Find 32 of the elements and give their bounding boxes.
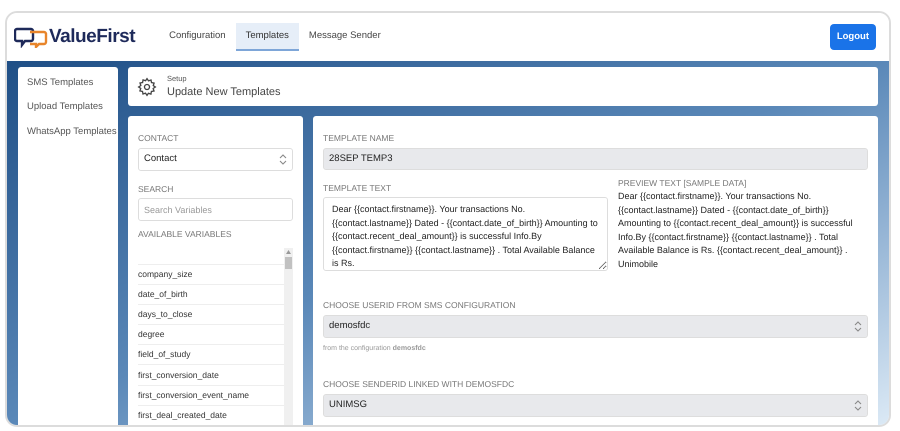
settings-icon <box>137 76 157 96</box>
template-text-field[interactable]: Dear {{contact.firstname}}. Your transactions No. {{contact.lastname}} Dated - {{contact.date_of_birth}} Amounting to {{contact.recent_deal_amount}} is successful Info.By {{contact.firstname}} {{contact.lastname}} . Total Available Balance is Rs. <box>323 197 608 271</box>
senderid-select[interactable]: UNIMSG <box>323 394 868 416</box>
scroll-up-icon <box>286 250 291 254</box>
nav-tab[interactable]: Configuration <box>159 23 236 51</box>
field-label: TEMPLATE TEXT <box>323 184 392 192</box>
sidebar-link[interactable]: Upload Templates <box>27 100 118 114</box>
scrollbar[interactable] <box>284 248 293 425</box>
field-label: CHOOSE SENDERID LINKED WITH DEMOSFDC <box>323 380 516 388</box>
search-field[interactable]: Search Variables <box>138 198 293 221</box>
sidebar-link[interactable]: SMS Templates <box>27 76 118 90</box>
chevron-up-down-icon <box>854 400 862 410</box>
sidebar-link[interactable]: WhatsApp Templates <box>27 124 118 139</box>
page-title: Update New Templates <box>167 84 281 100</box>
userid-select[interactable]: demosfdc <box>323 314 868 338</box>
contact-select[interactable]: Contact <box>138 148 293 170</box>
field-label: SEARCH <box>138 184 174 193</box>
chevron-up-down-icon <box>854 320 862 332</box>
field-label: CHOOSE USERID FROM SMS CONFIGURATION <box>323 301 517 310</box>
field-label: CONTACT <box>138 134 180 142</box>
nav-tab[interactable]: Message Sender <box>298 23 391 51</box>
field-label: TEMPLATE NAME <box>323 134 396 142</box>
logo-text: ValueFirst <box>49 24 136 49</box>
logo-icon <box>14 26 48 48</box>
nav-tab[interactable]: Templates <box>236 23 299 51</box>
field-label: PREVIEW TEXT [SAMPLE DATA] <box>618 178 748 187</box>
chevron-up-down-icon <box>279 154 287 164</box>
scrollbar-thumb[interactable] <box>285 256 292 268</box>
logout-button[interactable]: Logout <box>830 24 876 50</box>
field-label: AVAILABLE VARIABLES <box>138 230 233 238</box>
preview-text: Dear {{contact.firstname}}. Your transactions No. {{contact.lastname}} Dated - {{contact.date_of_birth}} Amounting to {{contact.recent_deal_amount}} is successful Info.By {{contact.firstname}} {{contact.lastname}} . Total Available Balance is Rs. {{contact.recent_deal_amount}} . Unimobile <box>618 190 854 270</box>
template-name-field[interactable]: 28SEP TEMP3 <box>323 148 868 170</box>
